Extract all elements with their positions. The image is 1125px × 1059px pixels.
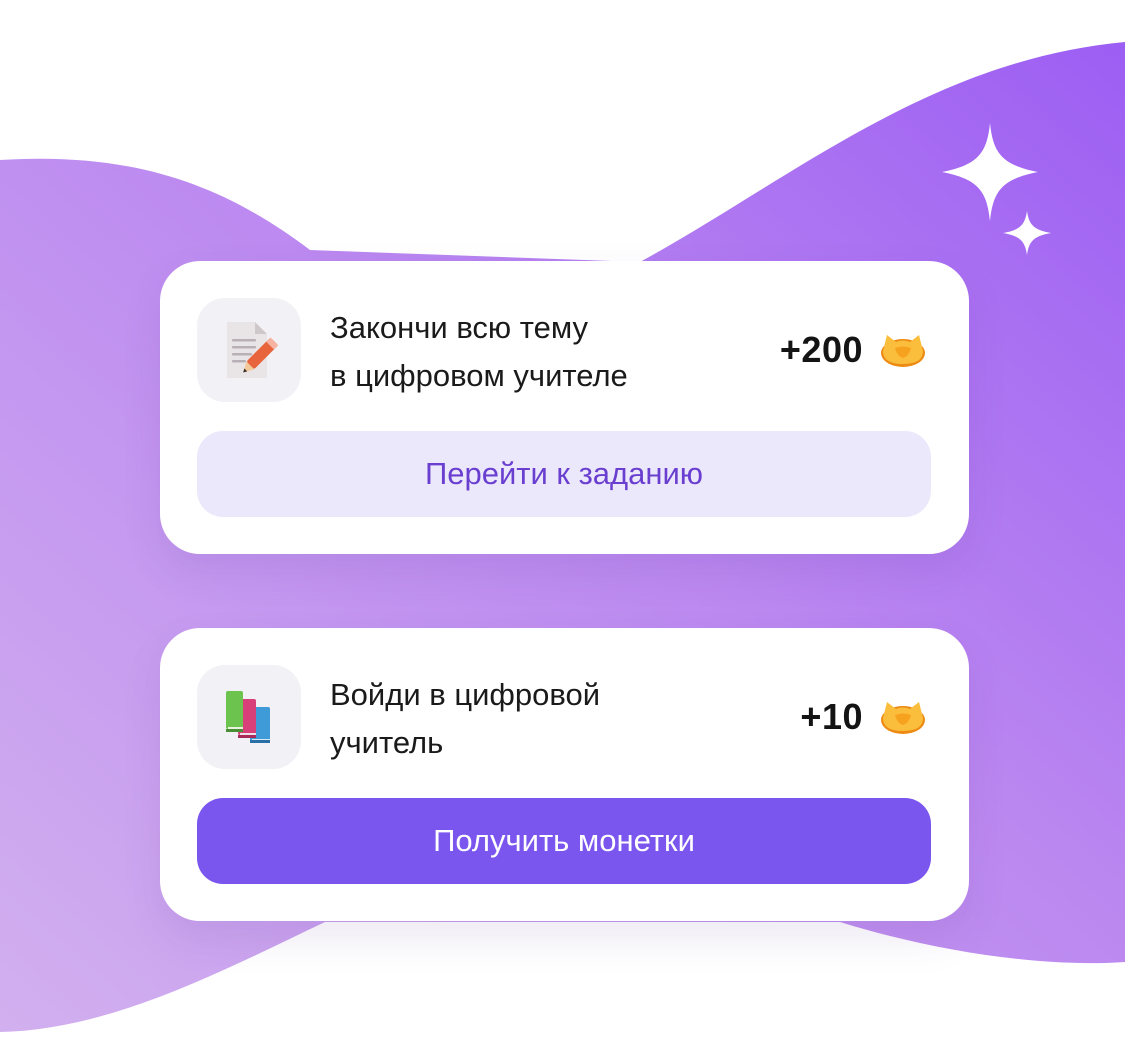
reward: +10 (800, 692, 927, 742)
task-title-line-2: в цифровом учителе (330, 358, 628, 393)
task-title-line-2: учитель (330, 725, 444, 760)
task-title-line-1: Закончи всю тему (330, 310, 589, 345)
task-title-line-1: Войди в цифровой (330, 677, 601, 712)
coin-icon (881, 702, 925, 734)
task-title: Войди в цифровой учитель (330, 671, 730, 767)
reward: +200 (780, 325, 927, 375)
reward-value: +200 (779, 329, 863, 370)
task-title: Закончи всю тему в цифровом учителе (330, 304, 730, 400)
task-card-finish-topic: Закончи всю тему в цифровом учителе +200… (160, 261, 969, 554)
sparkle-icon (942, 123, 1051, 255)
task-icon-box (197, 298, 301, 402)
task-card-enter-teacher: Войди в цифровой учитель +10 Получить мо… (160, 628, 969, 921)
reward-value: +10 (800, 696, 863, 737)
task-icon-box (197, 665, 301, 769)
go-to-task-button[interactable]: Перейти к заданию (197, 431, 931, 517)
get-coins-button[interactable]: Получить монетки (197, 798, 931, 884)
books-icon (226, 691, 270, 743)
coin-icon (881, 335, 925, 367)
document-pencil-icon (227, 322, 279, 378)
